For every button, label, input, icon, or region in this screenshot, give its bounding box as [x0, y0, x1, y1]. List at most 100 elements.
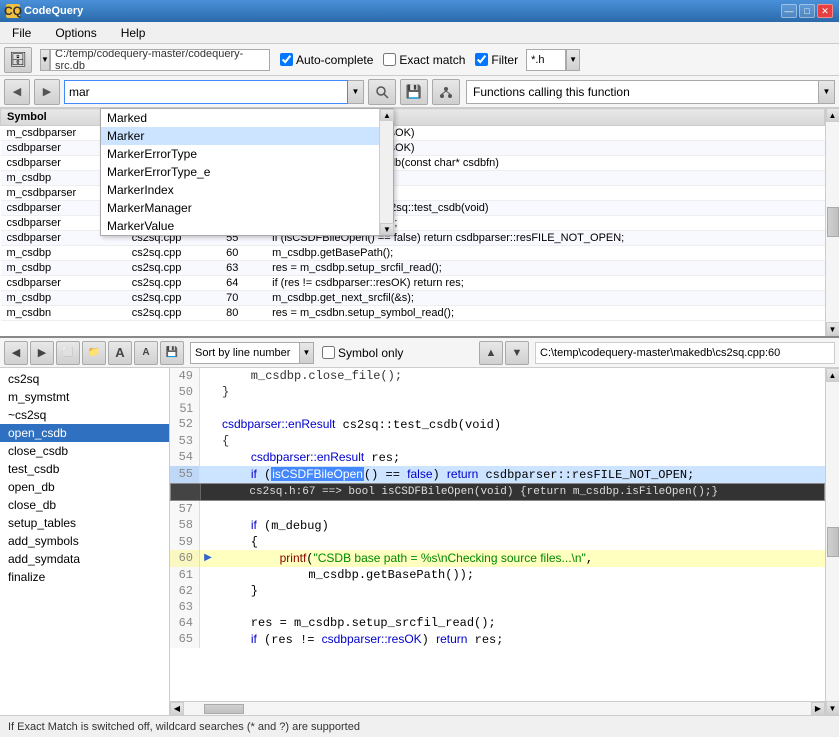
hscroll-track[interactable]: [184, 702, 811, 716]
exact-match-checkbox[interactable]: [383, 53, 396, 66]
line-arrow-49: [200, 368, 216, 384]
code-line-49: 49 m_csdbp.close_file();: [170, 368, 825, 384]
autocomplete-item-markervalue[interactable]: MarkerValue: [101, 217, 379, 235]
table-row[interactable]: m_csdbp cs2sq.cpp 60 m_csdbp.getBasePath…: [1, 246, 825, 261]
line-num-64: 64: [170, 615, 200, 631]
func-list-item-add-symdata[interactable]: add_symdata: [0, 550, 169, 568]
vscroll-up-btn[interactable]: ▲: [826, 368, 839, 382]
func-list-item-open-db[interactable]: open_db: [0, 478, 169, 496]
editor-save-button[interactable]: 💾: [160, 341, 184, 365]
vscroll-down-btn[interactable]: ▼: [826, 701, 839, 715]
autocomplete-checkbox-label[interactable]: Auto-complete: [280, 53, 373, 67]
code-text-59: {: [216, 534, 258, 550]
restore-button[interactable]: □: [799, 4, 815, 18]
func-list-item-open-csdb[interactable]: open_csdb: [0, 424, 169, 442]
search-dropdown-btn[interactable]: ▼: [348, 80, 364, 104]
line-num-61: 61: [170, 567, 200, 583]
menu-bar: File Options Help: [0, 22, 839, 44]
code-down-button[interactable]: ▼: [505, 341, 529, 365]
menu-help[interactable]: Help: [113, 24, 154, 42]
vscroll-thumb[interactable]: [827, 527, 839, 557]
autocomplete-item-markermanager[interactable]: MarkerManager: [101, 199, 379, 217]
title-controls: — □ ✕: [781, 4, 833, 18]
code-area[interactable]: 49 m_csdbp.close_file(); 50 } 51: [170, 368, 825, 701]
func-list-item-add-symbols[interactable]: add_symbols: [0, 532, 169, 550]
autocomplete-checkbox[interactable]: [280, 53, 293, 66]
sort-dropdown-btn[interactable]: ▼: [300, 342, 314, 364]
autocomplete-item-marked[interactable]: Marked: [101, 109, 379, 127]
hscroll-thumb[interactable]: [204, 704, 244, 714]
app-icon: CQ: [6, 4, 20, 18]
func-list-item-setup-tables[interactable]: setup_tables: [0, 514, 169, 532]
back-button[interactable]: ◀: [4, 79, 30, 105]
graph-icon: [439, 85, 453, 99]
db-icon[interactable]: 🗄: [4, 47, 32, 73]
symbol-only-label[interactable]: Symbol only: [322, 346, 403, 360]
autocomplete-dropdown: Marked Marker MarkerErrorType MarkerErro…: [100, 108, 394, 236]
func-list-item-close-csdb[interactable]: close_csdb: [0, 442, 169, 460]
table-row[interactable]: csdbparser cs2sq.cpp 64 if (res != csdbp…: [1, 276, 825, 291]
line-arrow-56: [201, 484, 217, 500]
func-list-item-close-db[interactable]: close_db: [0, 496, 169, 514]
sort-dropdown[interactable]: Sort by line number: [190, 342, 300, 364]
table-row[interactable]: m_csdbn cs2sq.cpp 80 res = m_csdbn.setup…: [1, 306, 825, 321]
symbol-only-checkbox[interactable]: [322, 346, 335, 359]
autocomplete-item-markererrortype-e[interactable]: MarkerErrorType_e: [101, 163, 379, 181]
editor-open-button[interactable]: 📁: [82, 341, 106, 365]
line-arrow-64: [200, 615, 216, 631]
autocomplete-item-markerindex[interactable]: MarkerIndex: [101, 181, 379, 199]
line-num-58: 58: [170, 517, 200, 534]
forward-button[interactable]: ▶: [34, 79, 60, 105]
func-list-item-destructor[interactable]: ~cs2sq: [0, 406, 169, 424]
editor-font-large-button[interactable]: A: [108, 341, 132, 365]
func-list-item-m-symstmt[interactable]: m_symstmt: [0, 388, 169, 406]
filter-dropdown-btn[interactable]: ▼: [566, 49, 580, 71]
line-arrow-50: [200, 384, 216, 400]
search-button[interactable]: [368, 79, 396, 105]
editor-font-small-button[interactable]: A: [134, 341, 158, 365]
filter-checkbox-label[interactable]: Filter: [475, 53, 518, 67]
autocomplete-item-marker[interactable]: Marker: [101, 127, 379, 145]
scroll-down-btn[interactable]: ▼: [380, 223, 394, 235]
scroll-up-btn[interactable]: ▲: [380, 109, 394, 121]
editor-copy-button[interactable]: ⬜: [56, 341, 80, 365]
function-list: cs2sq m_symstmt ~cs2sq open_csdb close_c…: [0, 368, 170, 715]
code-up-button[interactable]: ▲: [479, 341, 503, 365]
line-arrow-59: [200, 534, 216, 550]
line-num-53: 53: [170, 433, 200, 449]
results-scroll-up[interactable]: ▲: [826, 108, 839, 122]
function-dropdown-btn[interactable]: ▼: [819, 80, 835, 104]
save-search-button[interactable]: 💾: [400, 79, 428, 105]
func-list-item-finalize[interactable]: finalize: [0, 568, 169, 586]
minimize-button[interactable]: —: [781, 4, 797, 18]
table-row[interactable]: m_csdbp cs2sq.cpp 70 m_csdbp.get_next_sr…: [1, 291, 825, 306]
func-list-item-test-csdb[interactable]: test_csdb: [0, 460, 169, 478]
db-path-dropdown-left[interactable]: ▼: [40, 49, 50, 71]
line-num-54: 54: [170, 449, 200, 466]
function-dropdown[interactable]: Functions calling this function: [466, 80, 819, 104]
line-arrow-61: [200, 567, 216, 583]
editor-back-button[interactable]: ◀: [4, 341, 28, 365]
search-input[interactable]: [64, 80, 348, 104]
results-scroll-down[interactable]: ▼: [826, 322, 839, 336]
hscroll-right-btn[interactable]: ▶: [811, 702, 825, 716]
editor-forward-button[interactable]: ▶: [30, 341, 54, 365]
app-title: CodeQuery: [24, 5, 83, 17]
code-text-55: if (isCSDFBileOpen() == false) return cs…: [216, 466, 694, 483]
code-line-57: 57: [170, 501, 825, 517]
menu-options[interactable]: Options: [47, 24, 104, 42]
func-list-item-cs2sq[interactable]: cs2sq: [0, 370, 169, 388]
filter-value[interactable]: *.h: [526, 49, 566, 71]
menu-file[interactable]: File: [4, 24, 39, 42]
results-scroll-thumb[interactable]: [827, 207, 839, 237]
hscroll-left-btn[interactable]: ◀: [170, 702, 184, 716]
line-num-55: 55: [170, 466, 200, 483]
graph-button[interactable]: [432, 79, 460, 105]
autocomplete-item-markererrortype[interactable]: MarkerErrorType: [101, 145, 379, 163]
line-arrow-60: ▶: [200, 550, 216, 567]
exact-match-checkbox-label[interactable]: Exact match: [383, 53, 465, 67]
code-text-57: [216, 501, 225, 517]
close-button[interactable]: ✕: [817, 4, 833, 18]
filter-checkbox[interactable]: [475, 53, 488, 66]
table-row[interactable]: m_csdbp cs2sq.cpp 63 res = m_csdbp.setup…: [1, 261, 825, 276]
